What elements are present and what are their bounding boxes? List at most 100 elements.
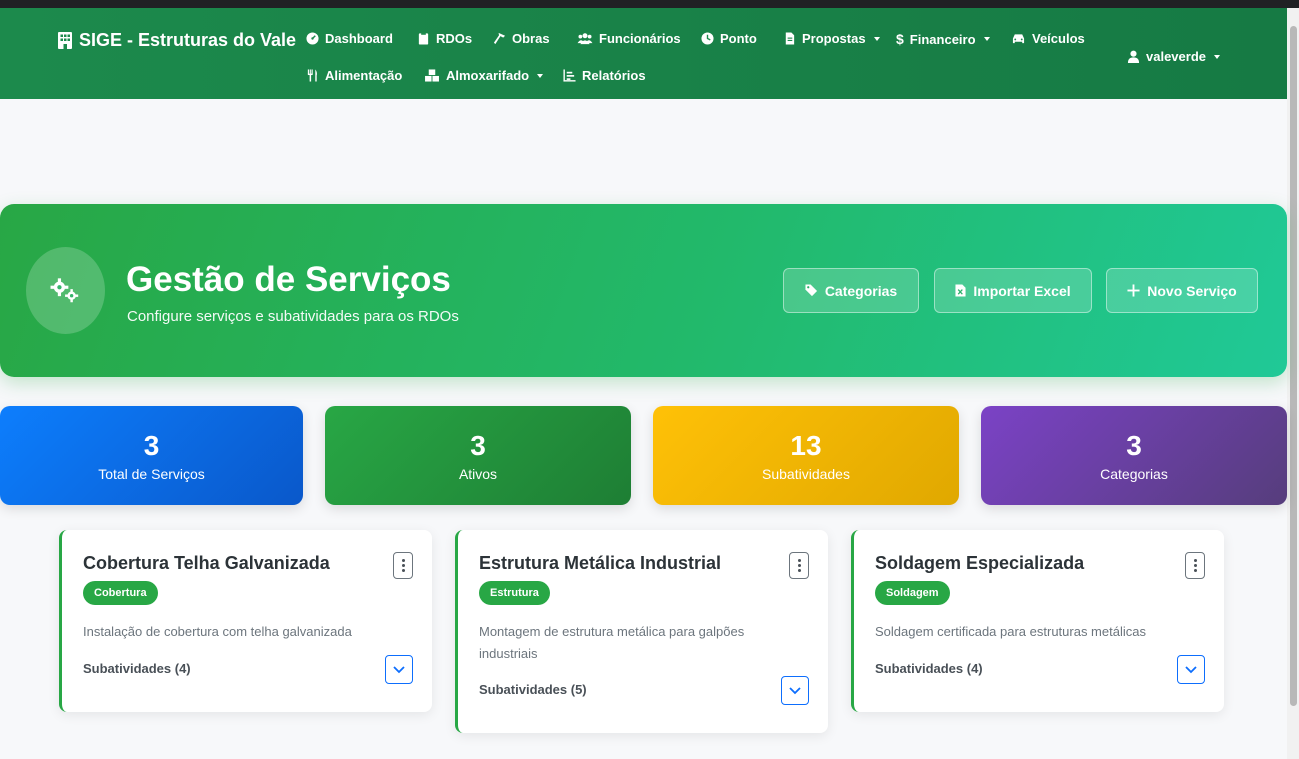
stat-value: 3: [143, 430, 160, 461]
brand-name: SIGE - Estruturas do Vale: [79, 30, 297, 50]
user-icon: [1127, 50, 1140, 63]
nav-label: Almoxarifado: [446, 68, 530, 83]
nav-financeiro[interactable]: $ Financeiro: [896, 31, 990, 47]
service-title: Cobertura Telha Galvanizada: [83, 553, 330, 573]
dot: [1193, 569, 1197, 572]
category-badge: Estrutura: [479, 581, 550, 605]
user-menu[interactable]: valeverde: [1127, 49, 1220, 64]
nav-label: Relatórios: [582, 68, 646, 83]
dot: [401, 559, 405, 562]
stat-card-subatividades: 13 Subatividades: [653, 406, 959, 505]
expand-subatividades-button[interactable]: [385, 655, 413, 684]
service-title: Estrutura Metálica Industrial: [479, 553, 722, 573]
expand-subatividades-button[interactable]: [781, 676, 809, 705]
tags-icon: [805, 284, 817, 297]
dollar-icon: $: [896, 31, 904, 47]
caret-down-icon: [873, 36, 880, 41]
boxes-icon: [425, 69, 439, 82]
stat-value: 13: [790, 430, 822, 461]
nav-label: Ponto: [720, 31, 757, 46]
scrollbar-thumb[interactable]: [1290, 26, 1297, 706]
nav-label: Alimentação: [325, 68, 403, 83]
nav-label: Funcionários: [599, 31, 681, 46]
service-menu-button[interactable]: [1185, 552, 1205, 579]
service-description: Montagem de estrutura metálica para galp…: [479, 624, 745, 661]
file-icon: [785, 32, 795, 45]
nav-label: Dashboard: [325, 31, 393, 46]
nav-veiculos[interactable]: Veículos: [1011, 31, 1085, 46]
dot: [1193, 564, 1197, 567]
chevron-down-icon: [393, 665, 405, 673]
caret-down-icon: [983, 37, 990, 41]
stat-value: 3: [470, 430, 486, 461]
nav-rdos[interactable]: RDOs: [417, 31, 472, 46]
category-badge: Soldagem: [875, 581, 950, 605]
clipboard-icon: [418, 32, 429, 45]
service-card: Cobertura Telha Galvanizada Cobertura In…: [59, 530, 432, 712]
page-subtitle: Configure serviços e subatividades para …: [127, 308, 459, 325]
cogs-icon: [26, 247, 105, 334]
nav-label: Veículos: [1032, 31, 1085, 46]
service-description: Soldagem certificada para estruturas met…: [875, 624, 1146, 639]
chevron-down-icon: [1185, 665, 1197, 673]
stat-label: Ativos: [458, 466, 498, 482]
nav-label: Financeiro: [909, 31, 976, 47]
dashboard-icon: [306, 32, 319, 45]
stat-card-total: 3 Total de Serviços: [0, 406, 303, 505]
nav-funcionarios[interactable]: Funcionários: [577, 31, 681, 46]
service-card: Estrutura Metálica Industrial Estrutura …: [455, 530, 828, 733]
service-description: Instalação de cobertura com telha galvan…: [83, 624, 352, 639]
dot: [401, 569, 405, 572]
clock-icon: [701, 32, 714, 45]
caret-down-icon: [537, 73, 544, 78]
nav-obras[interactable]: Obras: [493, 31, 550, 46]
category-badge: Cobertura: [83, 581, 158, 605]
expand-subatividades-button[interactable]: [1177, 655, 1205, 684]
page-scrollbar[interactable]: [1287, 8, 1299, 759]
button-label: Categorias: [824, 282, 898, 299]
file-excel-icon: [955, 284, 966, 297]
stat-label: Categorias: [1100, 466, 1168, 482]
stat-card-categorias: 3 Categorias: [981, 406, 1287, 505]
importar-excel-button[interactable]: Importar Excel: [934, 268, 1092, 313]
dot: [1193, 559, 1197, 562]
service-menu-button[interactable]: [393, 552, 413, 579]
subatividades-label: Subatividades (5): [479, 682, 587, 697]
nav-ponto[interactable]: Ponto: [701, 31, 757, 46]
dot: [797, 569, 801, 572]
dot: [401, 564, 405, 567]
nav-relatorios[interactable]: Relatórios: [563, 68, 646, 83]
nav-alimentacao[interactable]: Alimentação: [306, 68, 402, 83]
top-navbar: SIGE - Estruturas do Vale Dashboard RDOs…: [0, 8, 1287, 99]
chart-icon: [563, 69, 576, 82]
brand-link[interactable]: SIGE - Estruturas do Vale: [57, 30, 296, 51]
service-card: Soldagem Especializada Soldagem Soldagem…: [851, 530, 1224, 712]
user-name: valeverde: [1146, 49, 1206, 64]
page-title: Gestão de Serviços: [126, 260, 451, 299]
browser-top-strip: [0, 0, 1299, 8]
button-label: Novo Serviço: [1147, 282, 1237, 299]
nav-almoxarifado[interactable]: Almoxarifado: [424, 68, 544, 83]
stat-value: 3: [1126, 430, 1142, 461]
novo-servico-button[interactable]: Novo Serviço: [1106, 268, 1258, 313]
nav-label: RDOs: [436, 31, 473, 46]
stat-card-ativos: 3 Ativos: [325, 406, 631, 505]
hammer-icon: [493, 32, 506, 45]
users-icon: [577, 33, 593, 45]
subatividades-label: Subatividades (4): [875, 661, 983, 676]
stat-label: Total de Serviços: [98, 466, 205, 482]
caret-down-icon: [1214, 54, 1220, 59]
service-menu-button[interactable]: [789, 552, 809, 579]
nav-label: Obras: [512, 31, 550, 46]
nav-dashboard[interactable]: Dashboard: [306, 31, 393, 46]
page-header-banner: Gestão de Serviços Configure serviços e …: [0, 204, 1287, 377]
dot: [797, 559, 801, 562]
dot: [797, 564, 801, 567]
utensils-icon: [307, 69, 317, 82]
plus-icon: [1127, 284, 1140, 297]
nav-label: Propostas: [802, 31, 866, 46]
nav-propostas[interactable]: Propostas: [783, 31, 880, 46]
categorias-button[interactable]: Categorias: [783, 268, 919, 313]
service-title: Soldagem Especializada: [875, 553, 1085, 573]
car-icon: [1012, 34, 1025, 44]
